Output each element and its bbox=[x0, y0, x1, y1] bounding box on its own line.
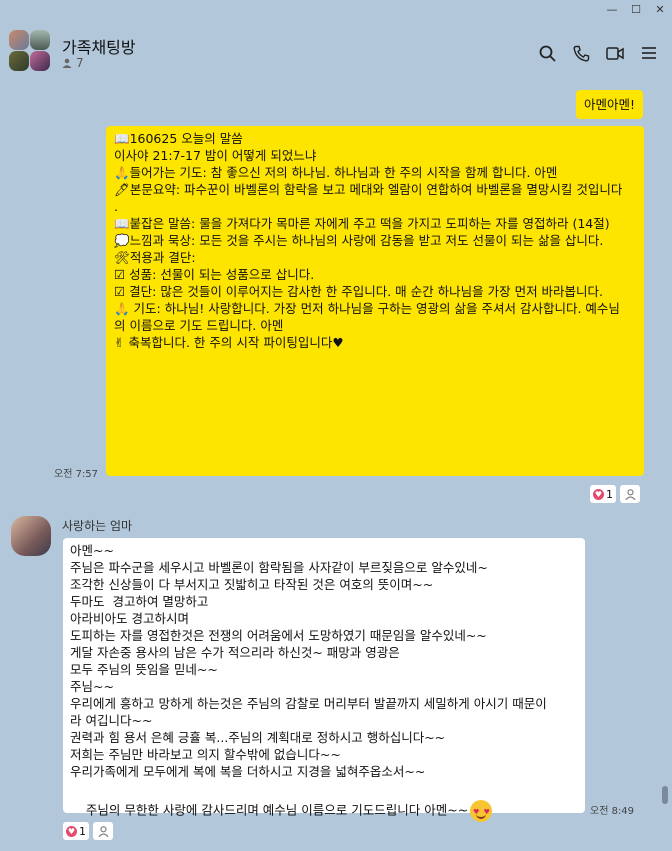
heart-eyes-emoji bbox=[470, 800, 493, 822]
message-line: 의 이름으로 기도 드립니다. 아멘 bbox=[114, 318, 284, 333]
message-line: 조각한 신상들이 다 부서지고 짓밟히고 타작된 것은 여호의 뜻이며~~ bbox=[70, 577, 434, 592]
message-line: 주님은 파수군을 세우시고 바벨론이 함락됨을 사자같이 부르짖음으로 알수있네… bbox=[70, 560, 488, 575]
chat-title: 가족채팅방 bbox=[62, 38, 136, 57]
phone-icon[interactable] bbox=[572, 44, 590, 62]
person-icon bbox=[62, 58, 72, 68]
reaction-count: 1 bbox=[606, 487, 613, 501]
member-avatar bbox=[30, 30, 50, 50]
message-line: 🙏 기도: 하나님! 사랑합니다. 가장 먼저 하나님을 구하는 영광의 삶을 … bbox=[114, 301, 620, 316]
minimize-button[interactable]: — bbox=[600, 0, 624, 18]
header-actions bbox=[538, 44, 658, 62]
message-text: 주님의 무한한 사랑에 감사드리며 예수님 이름으로 기도드립니다 아멘~~ bbox=[85, 802, 469, 818]
avatar[interactable] bbox=[11, 516, 51, 556]
message-line: 💭느낌과 묵상: 모든 것을 주시는 하나님의 사랑에 감동을 받고 저도 선물… bbox=[114, 233, 604, 248]
menu-icon[interactable] bbox=[640, 44, 658, 62]
message-line: 우리에게 흥하고 망하게 하는것은 주님의 감찰로 머리부터 발끝까지 세밀하게… bbox=[70, 696, 547, 711]
message-line: ✌ 축복합니다. 한 주의 시작 파이팅입니다♥ bbox=[114, 335, 344, 350]
reaction-count: 1 bbox=[79, 824, 86, 838]
message-line: 우리가족에게 모두에게 복에 복을 더하시고 지경을 넓혀주옵소서~~ bbox=[70, 764, 426, 779]
member-avatar bbox=[9, 30, 29, 50]
message-time: 오전 7:57 bbox=[54, 469, 99, 480]
message-line: 🖊본문요약: 파수꾼이 바벨론의 함락을 보고 메대와 엘람이 연합하여 바벨론… bbox=[114, 182, 623, 197]
message-line: 📖붙잡은 말씀: 물을 가져다가 목마른 자에게 주고 떡을 가지고 도피하는 … bbox=[114, 216, 610, 231]
member-avatar bbox=[9, 51, 29, 71]
sent-message-bubble[interactable]: 📖160625 오늘의 말씀 이사야 21:7-17 밤이 어떻게 되었느냐 🙏… bbox=[106, 126, 644, 476]
member-avatar bbox=[30, 51, 50, 71]
heart-icon: ♥ bbox=[66, 825, 77, 837]
message-line: 주님의 무한한 사랑에 감사드리며 예수님 이름으로 기도드립니다 아멘~~ bbox=[70, 783, 579, 839]
message-line: 🛠적용과 결단: bbox=[114, 250, 196, 265]
message-line: 🙏들어가는 기도: 참 좋으신 저의 하나님. 하나님과 한 주의 시작을 함께… bbox=[114, 165, 558, 180]
add-reaction-button[interactable] bbox=[620, 485, 640, 503]
scrollbar-thumb[interactable] bbox=[662, 786, 668, 804]
message-line: 권력과 힘 용서 은혜 긍휼 복...주님의 계획대로 정하시고 행하십니다~~ bbox=[70, 730, 446, 745]
close-button[interactable]: ✕ bbox=[648, 0, 672, 18]
maximize-button[interactable]: ☐ bbox=[624, 0, 648, 18]
message-line: 라 여깁니다~~ bbox=[70, 713, 153, 728]
sender-name: 사랑하는 엄마 bbox=[62, 519, 133, 533]
search-icon[interactable] bbox=[538, 44, 556, 62]
message-line: 주님~~ bbox=[70, 679, 114, 694]
message-line: 저희는 주님만 바라보고 의지 할수밖에 없습니다~~ bbox=[70, 747, 341, 762]
received-message-bubble[interactable]: 아멘~~ 주님은 파수군을 세우시고 바벨론이 함락됨을 사자같이 부르짖음으로… bbox=[63, 538, 585, 822]
heart-reaction[interactable]: ♥ 1 bbox=[63, 822, 89, 840]
person-icon bbox=[624, 488, 636, 500]
message-text: 아멘아멘! bbox=[584, 97, 636, 112]
message-line: 📖160625 오늘의 말씀 bbox=[114, 131, 243, 146]
message-line: ☑ 결단: 많은 것들이 이루어지는 감사한 한 주입니다. 매 순간 하나님을… bbox=[114, 284, 604, 299]
heart-reaction[interactable]: ♥ 1 bbox=[590, 485, 616, 503]
group-avatar[interactable] bbox=[9, 30, 51, 72]
message-line: ☑ 성품: 선물이 되는 성품으로 삽니다. bbox=[114, 267, 315, 282]
add-reaction-button[interactable] bbox=[93, 822, 113, 840]
message-line: 이사야 21:7-17 밤이 어떻게 되었느냐 bbox=[114, 148, 317, 163]
heart-icon: ♥ bbox=[593, 488, 604, 500]
message-time: 오전 8:49 bbox=[590, 806, 635, 817]
message-line: 게달 자손중 용사의 남은 수가 적으리라 하신것~ 패망과 영광은 bbox=[70, 645, 400, 660]
message-line: 아멘~~ bbox=[70, 543, 114, 558]
message-line: 두마도 경고하여 멸망하고 bbox=[70, 594, 209, 609]
sent-message-bubble[interactable]: 아멘아멘! bbox=[576, 90, 644, 119]
message-reactions: ♥ 1 bbox=[590, 485, 640, 503]
chat-header: 가족채팅방 7 bbox=[0, 18, 672, 80]
message-reactions: ♥ 1 bbox=[63, 822, 113, 840]
message-line: 도피하는 자를 영접한것은 전쟁의 어려움에서 도망하였기 때문임을 알수있네~… bbox=[70, 628, 487, 643]
person-icon bbox=[97, 825, 109, 837]
window-controls: — ☐ ✕ bbox=[600, 0, 672, 18]
message-line: . bbox=[114, 199, 118, 214]
video-icon[interactable] bbox=[606, 44, 624, 62]
member-count[interactable]: 7 bbox=[62, 56, 84, 70]
member-count-value: 7 bbox=[76, 56, 84, 70]
message-line: 아라비아도 경고하시며 bbox=[70, 611, 189, 626]
message-line: 모두 주님의 뜻임을 믿네~~ bbox=[70, 662, 218, 677]
